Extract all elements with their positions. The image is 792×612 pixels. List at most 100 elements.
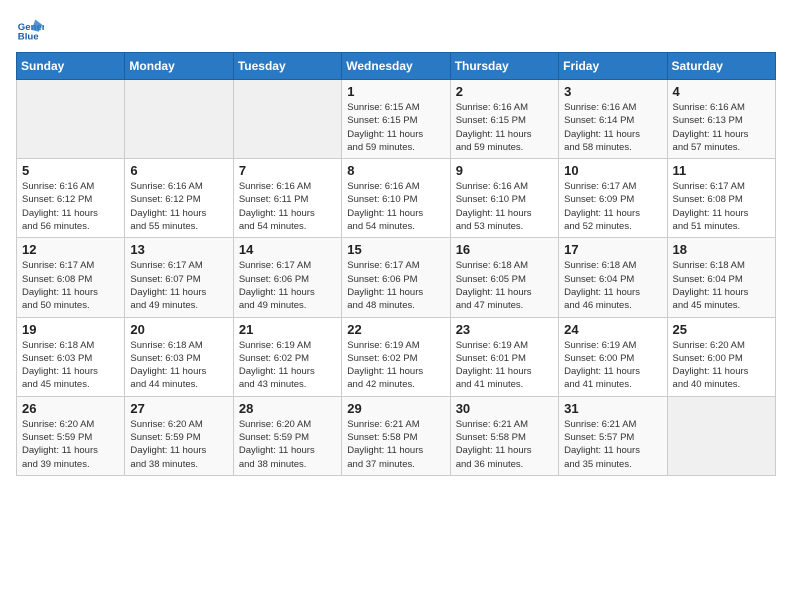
calendar-cell: 1Sunrise: 6:15 AM Sunset: 6:15 PM Daylig… (342, 80, 450, 159)
day-number: 24 (564, 322, 661, 337)
calendar-cell: 27 Sunrise: 6:20 AM Sunset: 5:59 PM Dayli… (125, 396, 233, 475)
day-info: Sunrise: 6:16 AM Sunset: 6:11 PM Dayligh… (239, 180, 336, 233)
calendar-cell (125, 80, 233, 159)
calendar-cell: 13 Sunrise: 6:17 AM Sunset: 6:07 PM Dayli… (125, 238, 233, 317)
day-number: 21 (239, 322, 336, 337)
day-number: 23 (456, 322, 553, 337)
day-info: Sunrise: 6:20 AM Sunset: 5:59 PM Dayligh… (239, 418, 336, 471)
calendar-cell: 24 Sunrise: 6:19 AM Sunset: 6:00 PM Dayli… (559, 317, 667, 396)
calendar-cell: 26 Sunrise: 6:20 AM Sunset: 5:59 PM Dayli… (17, 396, 125, 475)
day-info: Sunrise: 6:16 AM Sunset: 6:14 PM Dayligh… (564, 101, 661, 154)
calendar-cell: 4Sunrise: 6:16 AM Sunset: 6:13 PM Daylig… (667, 80, 775, 159)
day-number: 14 (239, 242, 336, 257)
day-number: 11 (673, 163, 770, 178)
logo: General Blue (16, 16, 48, 44)
svg-text:Blue: Blue (18, 32, 39, 43)
day-number: 5 (22, 163, 119, 178)
day-number: 19 (22, 322, 119, 337)
calendar-cell (17, 80, 125, 159)
calendar-cell (667, 396, 775, 475)
day-info: Sunrise: 6:21 AM Sunset: 5:58 PM Dayligh… (347, 418, 444, 471)
calendar-cell: 19 Sunrise: 6:18 AM Sunset: 6:03 PM Dayli… (17, 317, 125, 396)
day-info: Sunrise: 6:18 AM Sunset: 6:04 PM Dayligh… (564, 259, 661, 312)
calendar-week-3: 12 Sunrise: 6:17 AM Sunset: 6:08 PM Dayli… (17, 238, 776, 317)
day-info: Sunrise: 6:16 AM Sunset: 6:13 PM Dayligh… (673, 101, 770, 154)
calendar-cell: 11Sunrise: 6:17 AM Sunset: 6:08 PM Dayli… (667, 159, 775, 238)
calendar-cell: 31 Sunrise: 6:21 AM Sunset: 5:57 PM Dayli… (559, 396, 667, 475)
calendar-cell: 8 Sunrise: 6:16 AM Sunset: 6:10 PM Daylig… (342, 159, 450, 238)
day-info: Sunrise: 6:19 AM Sunset: 6:00 PM Dayligh… (564, 339, 661, 392)
calendar-week-2: 5 Sunrise: 6:16 AM Sunset: 6:12 PM Daylig… (17, 159, 776, 238)
day-info: Sunrise: 6:16 AM Sunset: 6:10 PM Dayligh… (347, 180, 444, 233)
day-info: Sunrise: 6:20 AM Sunset: 5:59 PM Dayligh… (22, 418, 119, 471)
page-header: General Blue (16, 16, 776, 44)
calendar-cell: 21Sunrise: 6:19 AM Sunset: 6:02 PM Dayli… (233, 317, 341, 396)
day-info: Sunrise: 6:17 AM Sunset: 6:06 PM Dayligh… (239, 259, 336, 312)
day-info: Sunrise: 6:19 AM Sunset: 6:01 PM Dayligh… (456, 339, 553, 392)
logo-icon: General Blue (16, 16, 44, 44)
calendar-cell: 22Sunrise: 6:19 AM Sunset: 6:02 PM Dayli… (342, 317, 450, 396)
day-number: 8 (347, 163, 444, 178)
day-info: Sunrise: 6:15 AM Sunset: 6:15 PM Dayligh… (347, 101, 444, 154)
calendar-cell: 12 Sunrise: 6:17 AM Sunset: 6:08 PM Dayli… (17, 238, 125, 317)
day-info: Sunrise: 6:18 AM Sunset: 6:04 PM Dayligh… (673, 259, 770, 312)
day-number: 13 (130, 242, 227, 257)
day-number: 31 (564, 401, 661, 416)
calendar-cell: 16 Sunrise: 6:18 AM Sunset: 6:05 PM Dayli… (450, 238, 558, 317)
day-number: 10 (564, 163, 661, 178)
day-info: Sunrise: 6:16 AM Sunset: 6:12 PM Dayligh… (130, 180, 227, 233)
day-info: Sunrise: 6:18 AM Sunset: 6:05 PM Dayligh… (456, 259, 553, 312)
day-number: 12 (22, 242, 119, 257)
calendar-cell: 7Sunrise: 6:16 AM Sunset: 6:11 PM Daylig… (233, 159, 341, 238)
calendar-week-5: 26 Sunrise: 6:20 AM Sunset: 5:59 PM Dayli… (17, 396, 776, 475)
day-info: Sunrise: 6:17 AM Sunset: 6:07 PM Dayligh… (130, 259, 227, 312)
day-info: Sunrise: 6:16 AM Sunset: 6:10 PM Dayligh… (456, 180, 553, 233)
day-number: 2 (456, 84, 553, 99)
calendar-cell: 15 Sunrise: 6:17 AM Sunset: 6:06 PM Dayli… (342, 238, 450, 317)
day-info: Sunrise: 6:16 AM Sunset: 6:12 PM Dayligh… (22, 180, 119, 233)
day-number: 3 (564, 84, 661, 99)
calendar-cell: 5 Sunrise: 6:16 AM Sunset: 6:12 PM Daylig… (17, 159, 125, 238)
calendar-cell: 30Sunrise: 6:21 AM Sunset: 5:58 PM Dayli… (450, 396, 558, 475)
day-header-tuesday: Tuesday (233, 53, 341, 80)
day-number: 16 (456, 242, 553, 257)
day-number: 6 (130, 163, 227, 178)
day-header-sunday: Sunday (17, 53, 125, 80)
calendar-cell: 14 Sunrise: 6:17 AM Sunset: 6:06 PM Dayli… (233, 238, 341, 317)
calendar-table: SundayMondayTuesdayWednesdayThursdayFrid… (16, 52, 776, 476)
calendar-cell: 28 Sunrise: 6:20 AM Sunset: 5:59 PM Dayli… (233, 396, 341, 475)
day-number: 27 (130, 401, 227, 416)
day-info: Sunrise: 6:18 AM Sunset: 6:03 PM Dayligh… (130, 339, 227, 392)
calendar-cell: 29 Sunrise: 6:21 AM Sunset: 5:58 PM Dayli… (342, 396, 450, 475)
day-info: Sunrise: 6:17 AM Sunset: 6:08 PM Dayligh… (22, 259, 119, 312)
day-header-wednesday: Wednesday (342, 53, 450, 80)
day-number: 9 (456, 163, 553, 178)
calendar-cell: 25Sunrise: 6:20 AM Sunset: 6:00 PM Dayli… (667, 317, 775, 396)
day-info: Sunrise: 6:18 AM Sunset: 6:03 PM Dayligh… (22, 339, 119, 392)
day-info: Sunrise: 6:21 AM Sunset: 5:57 PM Dayligh… (564, 418, 661, 471)
calendar-cell: 20Sunrise: 6:18 AM Sunset: 6:03 PM Dayli… (125, 317, 233, 396)
calendar-cell (233, 80, 341, 159)
day-number: 15 (347, 242, 444, 257)
calendar-cell: 23 Sunrise: 6:19 AM Sunset: 6:01 PM Dayli… (450, 317, 558, 396)
calendar-cell: 6 Sunrise: 6:16 AM Sunset: 6:12 PM Daylig… (125, 159, 233, 238)
day-info: Sunrise: 6:20 AM Sunset: 5:59 PM Dayligh… (130, 418, 227, 471)
calendar-cell: 3 Sunrise: 6:16 AM Sunset: 6:14 PM Daylig… (559, 80, 667, 159)
day-header-monday: Monday (125, 53, 233, 80)
calendar-cell: 2 Sunrise: 6:16 AM Sunset: 6:15 PM Daylig… (450, 80, 558, 159)
calendar-cell: 17 Sunrise: 6:18 AM Sunset: 6:04 PM Dayli… (559, 238, 667, 317)
calendar-week-4: 19 Sunrise: 6:18 AM Sunset: 6:03 PM Dayli… (17, 317, 776, 396)
calendar-cell: 18Sunrise: 6:18 AM Sunset: 6:04 PM Dayli… (667, 238, 775, 317)
day-number: 25 (673, 322, 770, 337)
day-header-thursday: Thursday (450, 53, 558, 80)
day-number: 29 (347, 401, 444, 416)
day-number: 17 (564, 242, 661, 257)
day-number: 28 (239, 401, 336, 416)
calendar-cell: 10Sunrise: 6:17 AM Sunset: 6:09 PM Dayli… (559, 159, 667, 238)
day-number: 26 (22, 401, 119, 416)
day-info: Sunrise: 6:16 AM Sunset: 6:15 PM Dayligh… (456, 101, 553, 154)
calendar-header-row: SundayMondayTuesdayWednesdayThursdayFrid… (17, 53, 776, 80)
day-number: 22 (347, 322, 444, 337)
day-info: Sunrise: 6:17 AM Sunset: 6:06 PM Dayligh… (347, 259, 444, 312)
day-info: Sunrise: 6:21 AM Sunset: 5:58 PM Dayligh… (456, 418, 553, 471)
